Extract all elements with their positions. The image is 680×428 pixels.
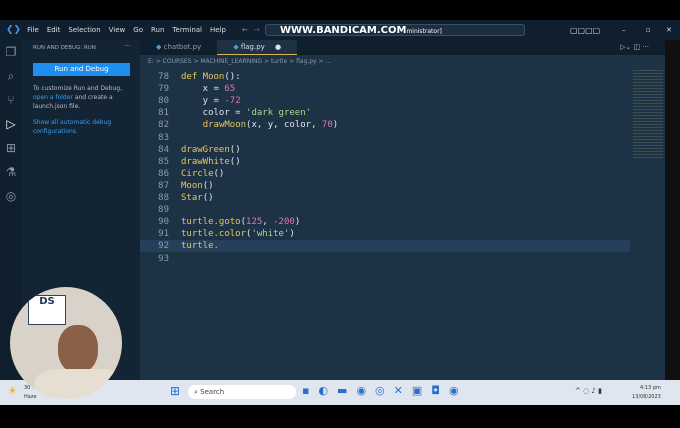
menu-view[interactable]: View: [109, 26, 126, 34]
remote-icon[interactable]: ◎: [0, 184, 22, 208]
code-line[interactable]: 90 turtle.goto(125, -200): [140, 216, 630, 228]
testing-icon[interactable]: ⚗: [0, 160, 22, 184]
line-number: 90: [158, 217, 169, 228]
code-text: drawWhite(): [181, 156, 241, 167]
code-line[interactable]: 92 turtle.: [140, 240, 630, 253]
line-number: 85: [158, 156, 169, 167]
search-icon[interactable]: ⌕: [0, 64, 22, 88]
code-text: turtle.: [181, 241, 219, 252]
minimap[interactable]: [633, 68, 663, 158]
editor-tabs: ◆ chatbot.py ◆ flag.py ● ▷⌄ ◫ ···: [140, 40, 665, 55]
search-suffix: ministrator]: [406, 28, 442, 35]
explorer-icon[interactable]: ❐: [0, 40, 22, 64]
minimize-button[interactable]: –: [622, 26, 626, 34]
layout-icons[interactable]: ▢▢▢▢: [570, 26, 600, 35]
taskbar-search[interactable]: ⌕ Search: [188, 385, 296, 399]
right-edge: [665, 40, 680, 380]
presenter-face: [58, 325, 98, 373]
pinned-apps[interactable]: ▪◐▬◉◎✕▣◘◉: [302, 384, 468, 397]
code-line[interactable]: 83: [140, 132, 630, 144]
unsaved-dot-icon: ●: [275, 43, 282, 51]
presenter-body: [35, 369, 122, 399]
line-number: 92: [158, 241, 169, 252]
code-text: drawMoon(x, y, color, 70): [202, 120, 339, 131]
show-debug-configurations-link[interactable]: Show all automatic debug configurations.: [33, 118, 123, 136]
line-number: 86: [158, 168, 169, 179]
line-number: 81: [158, 108, 169, 119]
menu-go[interactable]: Go: [133, 26, 143, 34]
code-text: x = 65: [181, 84, 236, 95]
run-file-icon[interactable]: ▷⌄ ◫ ···: [620, 43, 649, 51]
digital-school-logo: DS: [28, 295, 66, 325]
forward-icon[interactable]: →: [254, 26, 260, 34]
line-number: 84: [158, 144, 169, 155]
line-number: 83: [158, 132, 169, 143]
code-text: turtle.color('white'): [181, 229, 295, 240]
line-number: 78: [158, 72, 169, 82]
line-number: 89: [158, 205, 169, 216]
close-button[interactable]: ✕: [666, 26, 672, 34]
more-actions-icon[interactable]: ···: [124, 42, 131, 50]
menu-edit[interactable]: Edit: [47, 26, 61, 34]
start-icon[interactable]: ⊞: [170, 384, 180, 398]
code-line[interactable]: 84 drawGreen(): [140, 144, 630, 156]
run-debug-icon[interactable]: ▷: [0, 112, 22, 136]
code-line[interactable]: 81 color = 'dark green': [140, 107, 630, 119]
code-editor[interactable]: 78 def Moon(): 79 x = 65 80 y = -72 81 color…: [140, 68, 665, 380]
line-number: 79: [158, 84, 169, 95]
code-line[interactable]: 89: [140, 204, 630, 216]
menu-help[interactable]: Help: [210, 26, 226, 34]
breadcrumb[interactable]: E: > COURSES > MACHINE_LEARNING > turtle…: [140, 55, 665, 68]
menu-file[interactable]: File: [27, 26, 39, 34]
sidebar-help: To customize Run and Debug, open a folde…: [33, 84, 133, 111]
extensions-icon[interactable]: ⊞: [0, 136, 22, 160]
clock-time[interactable]: 4:13 pm: [640, 385, 661, 391]
code-line[interactable]: 80 y = -72: [140, 95, 630, 107]
help-text: To customize Run and Debug,: [33, 85, 122, 92]
code-text: Moon(): [181, 180, 214, 191]
line-number: 88: [158, 193, 169, 203]
code-line[interactable]: 91 turtle.color('white'): [140, 228, 630, 240]
menu-run[interactable]: Run: [151, 26, 164, 34]
code-text: Circle(): [181, 168, 225, 179]
search-text: WWW.BANDICAM.COM: [280, 25, 407, 36]
code-line[interactable]: 85 drawWhite(): [140, 156, 630, 168]
code-line[interactable]: 93: [140, 253, 630, 265]
code-line[interactable]: 78 def Moon():: [140, 71, 630, 83]
webcam-overlay: DS: [10, 287, 122, 399]
open-folder-link[interactable]: open a folder: [33, 94, 73, 101]
back-icon[interactable]: ←: [242, 26, 248, 34]
line-number: 82: [158, 120, 169, 131]
line-number: 87: [158, 180, 169, 191]
line-number: 91: [158, 229, 169, 240]
code-line[interactable]: 88 Star(): [140, 192, 630, 204]
vscode-logo-icon: ❮❯: [6, 25, 22, 35]
menu-selection[interactable]: Selection: [68, 26, 100, 34]
sidebar-title: RUN AND DEBUG: RUN: [33, 45, 96, 51]
code-line[interactable]: 86 Circle(): [140, 168, 630, 180]
tray-icons[interactable]: ^ ◌ ♪ ▮: [575, 387, 602, 395]
code-text: color = 'dark green': [181, 108, 312, 119]
line-number: 93: [158, 253, 169, 264]
tab-chatbot[interactable]: ◆ chatbot.py: [140, 40, 217, 55]
code-text: Star(): [181, 193, 214, 203]
clock-date[interactable]: 13/08/2023: [632, 394, 661, 400]
restore-button[interactable]: ▫: [646, 26, 651, 34]
tab-flag[interactable]: ◆ flag.py ●: [217, 40, 298, 55]
command-center-search[interactable]: WWW.BANDICAM.COMministrator]: [265, 24, 525, 36]
code-line[interactable]: 79 x = 65: [140, 83, 630, 95]
run-and-debug-button[interactable]: Run and Debug: [33, 63, 130, 76]
code-text: turtle.goto(125, -200): [181, 217, 301, 228]
menu-bar: File Edit Selection View Go Run Terminal Help: [27, 26, 234, 34]
code-text: y = -72: [181, 96, 241, 107]
code-line[interactable]: 82 drawMoon(x, y, color, 70): [140, 119, 630, 131]
weather-icon: ☀: [8, 386, 17, 397]
source-control-icon[interactable]: ⑂: [0, 88, 22, 112]
code-text: drawGreen(): [181, 144, 241, 155]
code-text: def Moon():: [181, 72, 241, 82]
line-number: 80: [158, 96, 169, 107]
menu-terminal[interactable]: Terminal: [172, 26, 202, 34]
code-line[interactable]: 87 Moon(): [140, 180, 630, 192]
